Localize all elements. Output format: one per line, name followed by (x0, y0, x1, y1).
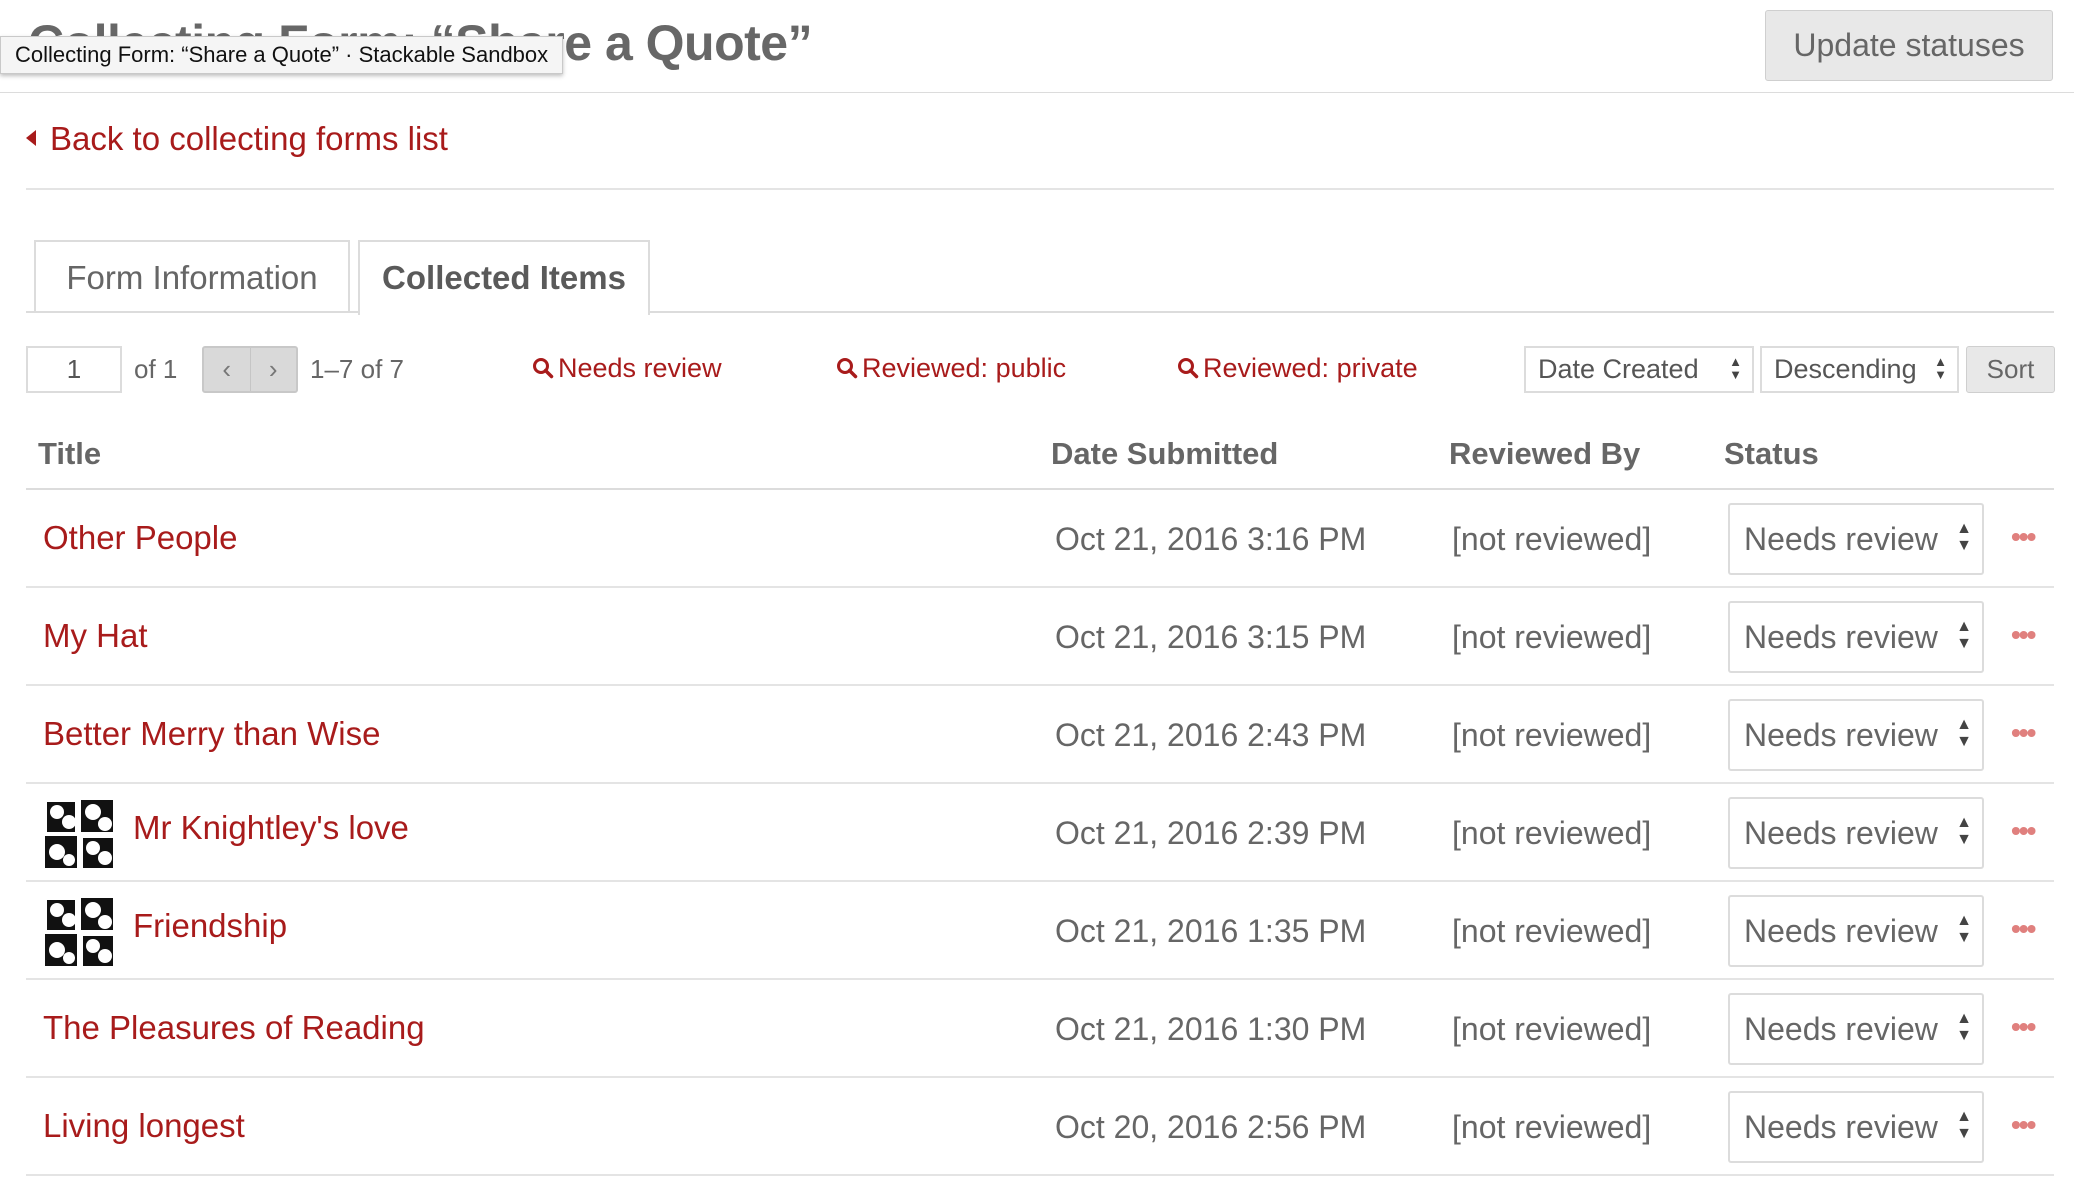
status-value: Needs review (1744, 815, 1938, 851)
reviewed-by: [not reviewed] (1452, 521, 1652, 557)
sort-arrows-icon: ▲ ▼ (1956, 716, 1972, 750)
sort-arrows-icon: ▲ ▼ (1934, 354, 1947, 382)
sort-field-select[interactable]: Date Created ▲ ▼ (1524, 346, 1754, 393)
table-row: Friendship Oct 21, 2016 1:35 PM [not revie… (26, 882, 2054, 980)
more-dots-icon[interactable]: ••• (2011, 1011, 2036, 1043)
date-submitted: Oct 20, 2016 2:56 PM (1055, 1109, 1367, 1145)
sort-arrows-icon: ▲ ▼ (1956, 1108, 1972, 1142)
pager: ‹ › (202, 346, 298, 393)
reviewed-by: [not reviewed] (1452, 815, 1652, 851)
date-submitted: Oct 21, 2016 1:35 PM (1055, 913, 1367, 949)
table-row: The Pleasures of Reading Oct 21, 2016 1:3… (26, 980, 2054, 1078)
more-dots-icon[interactable]: ••• (2011, 1109, 2036, 1141)
range-text: 1–7 of 7 (310, 354, 404, 384)
status-select[interactable]: Needs review ▲ ▼ (1728, 993, 1984, 1065)
filter-needs-review[interactable]: Needs review (532, 353, 722, 384)
item-title-link[interactable]: Friendship (133, 907, 287, 945)
quote-marks-icon[interactable] (43, 896, 115, 968)
divider (26, 188, 2054, 190)
reviewed-by: [not reviewed] (1452, 1109, 1652, 1145)
window-title-tooltip: Collecting Form: “Share a Quote” · Stack… (0, 36, 564, 74)
status-value: Needs review (1744, 1109, 1938, 1145)
table-row: Living longest Oct 20, 2016 2:56 PM [not r… (26, 1078, 2054, 1176)
date-submitted: Oct 21, 2016 2:43 PM (1055, 717, 1367, 753)
update-statuses-button[interactable]: Update statuses (1765, 10, 2053, 81)
table-row: Mr Knightley's love Oct 21, 2016 2:39 PM [… (26, 784, 2054, 882)
status-select[interactable]: Needs review ▲ ▼ (1728, 1091, 1984, 1163)
item-title-link[interactable]: Living longest (43, 1107, 245, 1145)
reviewed-by: [not reviewed] (1452, 717, 1652, 753)
status-select[interactable]: Needs review ▲ ▼ (1728, 895, 1984, 967)
sort-button[interactable]: Sort (1966, 346, 2055, 393)
table-row: Better Merry than Wise Oct 21, 2016 2:43 … (26, 686, 2054, 784)
status-select[interactable]: Needs review ▲ ▼ (1728, 699, 1984, 771)
date-submitted: Oct 21, 2016 1:30 PM (1055, 1011, 1367, 1047)
more-dots-icon[interactable]: ••• (2011, 913, 2036, 945)
column-header-status: Status (1724, 436, 1819, 471)
reviewed-by: [not reviewed] (1452, 1011, 1652, 1047)
column-header-date-submitted: Date Submitted (1051, 436, 1279, 471)
status-value: Needs review (1744, 521, 1938, 557)
search-icon (837, 357, 858, 379)
item-title-link[interactable]: Better Merry than Wise (43, 715, 380, 753)
sort-field-value: Date Created (1538, 354, 1699, 384)
status-value: Needs review (1744, 619, 1938, 655)
column-header-reviewed-by: Reviewed By (1449, 436, 1641, 471)
sort-arrows-icon: ▲ ▼ (1956, 1010, 1972, 1044)
caret-left-icon (26, 130, 36, 147)
sort-arrows-icon: ▲ ▼ (1956, 618, 1972, 652)
more-dots-icon[interactable]: ••• (2011, 521, 2036, 553)
column-header-title: Title (38, 436, 102, 471)
table-row: Other People Oct 21, 2016 3:16 PM [not rev… (26, 490, 2054, 588)
prev-page-button[interactable]: ‹ (204, 348, 251, 391)
status-select[interactable]: Needs review ▲ ▼ (1728, 601, 1984, 673)
page-number-input[interactable] (26, 346, 122, 393)
status-value: Needs review (1744, 913, 1938, 949)
filter-label: Needs review (558, 353, 722, 383)
date-submitted: Oct 21, 2016 3:15 PM (1055, 619, 1367, 655)
quote-marks-icon[interactable] (43, 798, 115, 870)
search-icon (1178, 357, 1199, 379)
filter-label: Reviewed: private (1203, 353, 1418, 383)
back-link[interactable]: Back to collecting forms list (26, 120, 448, 158)
sort-arrows-icon: ▲ ▼ (1956, 814, 1972, 848)
date-submitted: Oct 21, 2016 2:39 PM (1055, 815, 1367, 851)
sort-arrows-icon: ▲ ▼ (1956, 912, 1972, 946)
item-title-link[interactable]: Other People (43, 519, 237, 557)
filter-label: Reviewed: public (862, 353, 1067, 383)
status-select[interactable]: Needs review ▲ ▼ (1728, 797, 1984, 869)
status-select[interactable]: Needs review ▲ ▼ (1728, 503, 1984, 575)
tab-form-information[interactable]: Form Information (34, 240, 350, 313)
filter-reviewed-public[interactable]: Reviewed: public (836, 353, 1066, 384)
sort-direction-select[interactable]: Descending ▲ ▼ (1760, 346, 1959, 393)
table-row: My Hat Oct 21, 2016 3:15 PM [not reviewed]… (26, 588, 2054, 686)
tab-collected-items[interactable]: Collected Items (358, 240, 650, 315)
search-icon (533, 357, 554, 379)
reviewed-by: [not reviewed] (1452, 619, 1652, 655)
back-link-label: Back to collecting forms list (50, 120, 448, 157)
item-title-link[interactable]: My Hat (43, 617, 148, 655)
item-title-link[interactable]: Mr Knightley's love (133, 809, 409, 847)
sort-arrows-icon: ▲ ▼ (1956, 520, 1972, 554)
date-submitted: Oct 21, 2016 3:16 PM (1055, 521, 1367, 557)
sort-arrows-icon: ▲ ▼ (1729, 354, 1742, 382)
more-dots-icon[interactable]: ••• (2011, 619, 2036, 651)
status-value: Needs review (1744, 1011, 1938, 1047)
status-value: Needs review (1744, 717, 1938, 753)
filter-reviewed-private[interactable]: Reviewed: private (1177, 353, 1418, 384)
next-page-button[interactable]: › (251, 348, 297, 391)
page-header: Collecting Form: “Share a Quote” Collect… (0, 0, 2074, 93)
item-title-link[interactable]: The Pleasures of Reading (43, 1009, 425, 1047)
more-dots-icon[interactable]: ••• (2011, 717, 2036, 749)
page-count-text: of 1 (134, 354, 178, 384)
more-dots-icon[interactable]: ••• (2011, 815, 2036, 847)
sort-direction-value: Descending (1774, 354, 1917, 384)
reviewed-by: [not reviewed] (1452, 913, 1652, 949)
